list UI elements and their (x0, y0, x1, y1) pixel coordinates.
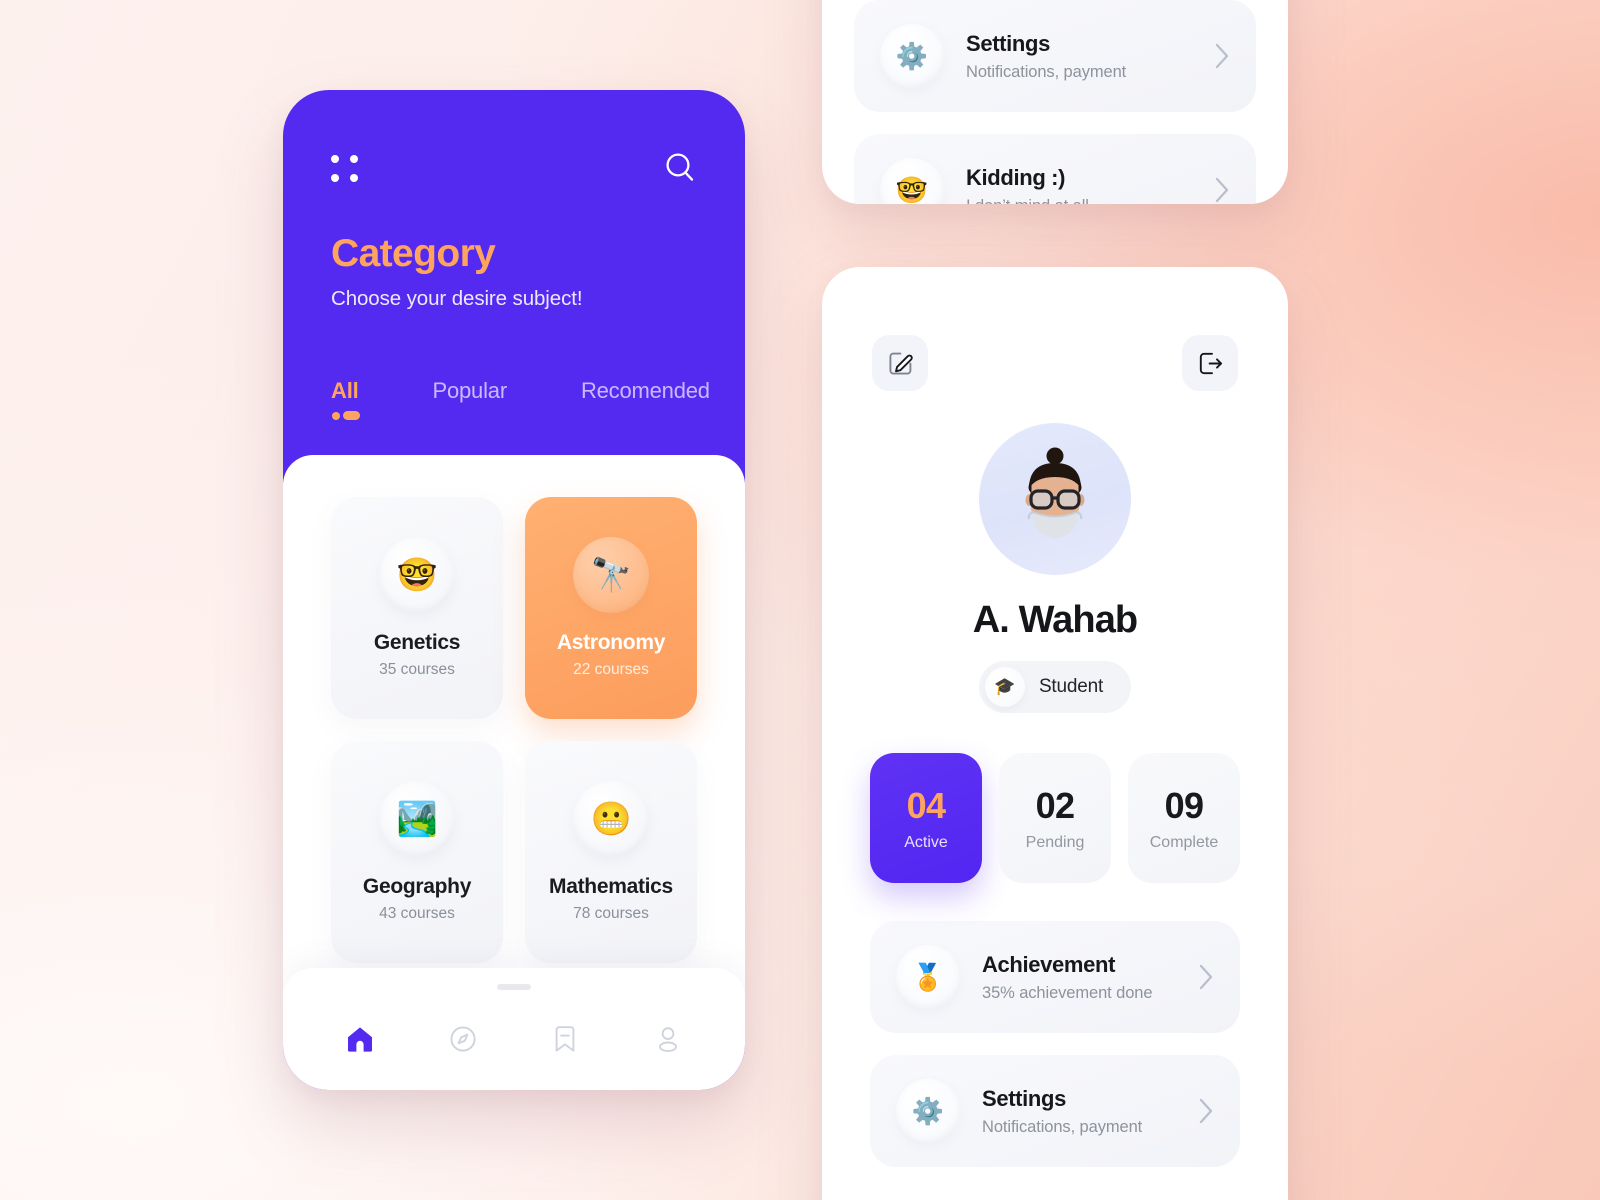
telescope-emoji-icon: 🔭 (573, 537, 649, 613)
avatar[interactable] (979, 423, 1131, 575)
gear-emoji-icon: ⚙️ (880, 24, 944, 88)
grid-dot (350, 154, 358, 163)
category-card-astronomy[interactable]: 🔭 Astronomy 22 courses (525, 497, 697, 719)
profile-icon[interactable] (653, 1024, 683, 1054)
category-course-count: 35 courses (379, 661, 455, 678)
list-item-text: Achievement 35% achievement done (982, 952, 1176, 1003)
tab-recomended[interactable]: Recomended (581, 378, 710, 420)
tab-popular[interactable]: Popular (433, 378, 508, 420)
role-badge: 🎓 Student (978, 661, 1132, 713)
list-item-settings[interactable]: ⚙️ Settings Notifications, payment (870, 1055, 1240, 1167)
bookmark-icon[interactable] (550, 1024, 580, 1054)
list-item-text: Kidding :) I don’t mind at all... (966, 165, 1192, 205)
compass-icon[interactable] (448, 1024, 478, 1054)
tab-active-indicator (332, 411, 360, 420)
national-park-emoji-icon: 🏞️ (379, 781, 455, 857)
stat-complete[interactable]: 09 Complete (1128, 753, 1240, 883)
app-canvas: ⚙️ Settings Notifications, payment 🤓 Kid… (0, 0, 1600, 1200)
stat-value: 04 (906, 784, 946, 826)
category-tabs: All Popular Recomended (331, 378, 710, 420)
list-item-title: Kidding :) (966, 164, 1066, 190)
list-item-subtitle: Notifications, payment (966, 62, 1127, 81)
list-item[interactable]: 🤓 Kidding :) I don’t mind at all... (854, 134, 1256, 204)
category-phone-screen: Category Choose your desire subject! All… (283, 90, 745, 1090)
list-item[interactable]: ⚙️ Settings Notifications, payment (854, 0, 1256, 112)
profile-card: A. Wahab 🎓 Student 04 Active 02 Pending … (822, 267, 1288, 1200)
list-item-title: Settings (982, 1085, 1066, 1111)
graduation-cap-emoji-icon: 🎓 (984, 667, 1025, 707)
edit-profile-button[interactable] (872, 335, 928, 391)
category-grid: 🤓 Genetics 35 courses 🔭 Astronomy 22 cou… (331, 497, 697, 963)
logout-icon (1199, 352, 1222, 374)
list-item-title: Settings (966, 30, 1050, 56)
chevron-right-icon (1215, 177, 1229, 203)
page-title: Category (331, 232, 496, 275)
stat-pending[interactable]: 02 Pending (999, 753, 1111, 883)
stat-label: Pending (1025, 833, 1085, 851)
stat-value: 02 (1035, 784, 1075, 826)
stat-label: Complete (1149, 833, 1219, 851)
search-icon[interactable] (663, 151, 697, 185)
category-name: Geography (362, 875, 472, 898)
chevron-right-icon (1199, 964, 1213, 990)
category-topbar (331, 148, 697, 188)
edit-pencil-icon (888, 352, 913, 375)
chevron-right-icon (1199, 1098, 1213, 1124)
list-item-subtitle: Notifications, payment (982, 1117, 1143, 1136)
tab-all[interactable]: All (331, 378, 360, 420)
stat-active[interactable]: 04 Active (870, 753, 982, 883)
list-item-text: Settings Notifications, payment (982, 1086, 1176, 1137)
page-subtitle: Choose your desire subject! (331, 287, 583, 310)
avatar-memoji-icon (1025, 447, 1085, 539)
stat-label: Active (904, 833, 948, 851)
nerd-face-emoji-icon: 🤓 (880, 158, 944, 204)
category-card-mathematics[interactable]: 😬 Mathematics 78 courses (525, 741, 697, 963)
medal-emoji-icon: 🏅 (896, 945, 960, 1009)
nerd-face-emoji-icon: 🤓 (379, 537, 455, 613)
grid-dot (350, 173, 358, 182)
list-item-subtitle: I don’t mind at all... (966, 197, 1192, 205)
chevron-right-icon (1215, 43, 1229, 69)
grimacing-face-emoji-icon: 😬 (573, 781, 649, 857)
stat-value: 09 (1164, 784, 1204, 826)
category-course-count: 22 courses (573, 661, 649, 678)
list-item-text: Settings Notifications, payment (966, 31, 1192, 82)
gear-emoji-icon: ⚙️ (896, 1079, 960, 1143)
category-name: Astronomy (556, 631, 666, 654)
list-item-subtitle: 35% achievement done (982, 983, 1153, 1002)
tabbar-icons (283, 990, 745, 1054)
list-item-achievement[interactable]: 🏅 Achievement 35% achievement done (870, 921, 1240, 1033)
home-icon[interactable] (345, 1024, 375, 1054)
category-card-geography[interactable]: 🏞️ Geography 43 courses (331, 741, 503, 963)
profile-name: A. Wahab (972, 599, 1138, 641)
top-floating-card: ⚙️ Settings Notifications, payment 🤓 Kid… (822, 0, 1288, 204)
list-item-title: Achievement (982, 951, 1116, 977)
role-label: Student (1038, 676, 1104, 697)
grid-dot (331, 173, 339, 182)
grid-dots-icon[interactable] (331, 154, 358, 182)
tab-label: All (331, 378, 359, 403)
grid-dot (331, 154, 339, 163)
category-course-count: 78 courses (573, 905, 649, 922)
profile-actions (854, 335, 1256, 391)
category-name: Genetics (373, 631, 461, 654)
logout-button[interactable] (1182, 335, 1238, 391)
stats-row: 04 Active 02 Pending 09 Complete (854, 753, 1256, 883)
category-card-genetics[interactable]: 🤓 Genetics 35 courses (331, 497, 503, 719)
category-course-count: 43 courses (379, 905, 455, 922)
bottom-tabbar (283, 968, 745, 1090)
profile-menu-list: 🏅 Achievement 35% achievement done ⚙️ Se… (854, 921, 1256, 1167)
category-name: Mathematics (549, 875, 673, 898)
